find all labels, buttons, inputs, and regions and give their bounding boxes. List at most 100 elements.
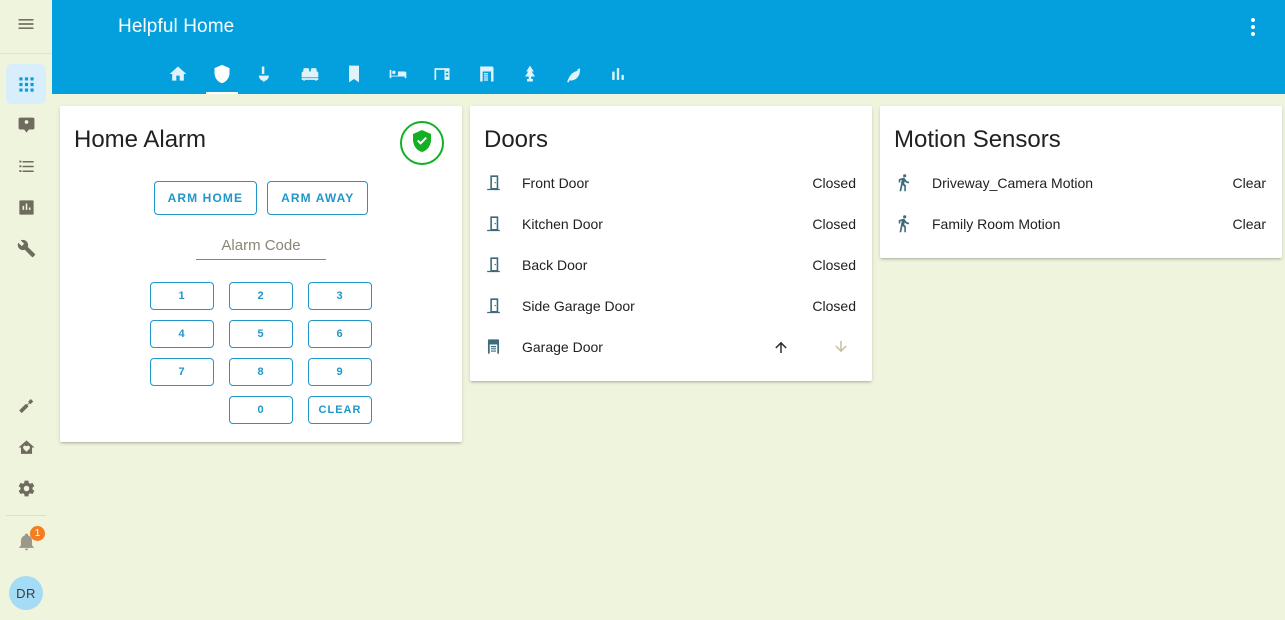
arrow-down-icon[interactable] bbox=[830, 336, 852, 358]
tab-office[interactable] bbox=[420, 54, 464, 94]
sidebar-item-hammer[interactable] bbox=[6, 386, 46, 426]
sidebar-item-settings[interactable] bbox=[6, 468, 46, 508]
table-row[interactable]: Kitchen Door Closed bbox=[484, 203, 856, 244]
tab-bedroom[interactable] bbox=[376, 54, 420, 94]
tab-energy[interactable] bbox=[552, 54, 596, 94]
view-dashboard-icon bbox=[17, 75, 36, 94]
leaf-icon bbox=[564, 64, 584, 84]
locker-icon bbox=[344, 64, 364, 84]
entity-state[interactable]: Closed bbox=[812, 257, 856, 273]
tab-garage[interactable] bbox=[464, 54, 508, 94]
entity-name: Front Door bbox=[522, 174, 589, 191]
table-row[interactable]: Driveway_Camera Motion Clear bbox=[894, 162, 1266, 203]
tab-living-room[interactable] bbox=[288, 54, 332, 94]
garage-door-controls bbox=[770, 336, 856, 358]
sidebar-item-home[interactable] bbox=[6, 427, 46, 467]
alarm-card-title: Home Alarm bbox=[74, 126, 207, 153]
doors-card: Doors Front Door Closed Kitchen Door Clo… bbox=[470, 106, 872, 381]
notifications-button[interactable]: 1 bbox=[6, 524, 46, 564]
doors-rows: Front Door Closed Kitchen Door Closed Ba… bbox=[470, 162, 872, 381]
keypad-1[interactable]: 1 bbox=[150, 282, 214, 310]
arm-away-button[interactable]: ARM AWAY bbox=[267, 181, 369, 215]
table-row[interactable]: Front Door Closed bbox=[484, 162, 856, 203]
entity-name: Side Garage Door bbox=[522, 297, 635, 314]
keypad-2[interactable]: 2 bbox=[229, 282, 293, 310]
table-row[interactable]: Family Room Motion Clear bbox=[894, 203, 1266, 244]
arm-buttons: ARM HOME ARM AWAY bbox=[60, 181, 462, 215]
main-area: Helpful Home Home Alarm ARM HOME ARM AWA… bbox=[52, 0, 1285, 620]
format-list-bulleted-icon bbox=[17, 157, 36, 176]
dots-vertical-icon[interactable] bbox=[1235, 9, 1271, 45]
mortar-pestle-icon bbox=[256, 64, 276, 84]
table-row[interactable]: Garage Door bbox=[484, 326, 856, 367]
sidebar-item-history[interactable] bbox=[6, 187, 46, 227]
avatar[interactable]: DR bbox=[9, 576, 43, 610]
keypad-clear[interactable]: CLEAR bbox=[308, 396, 372, 424]
dashboard-content: Home Alarm ARM HOME ARM AWAY Alarm Code … bbox=[52, 94, 1285, 620]
table-row[interactable]: Side Garage Door Closed bbox=[484, 285, 856, 326]
entity-state[interactable]: Clear bbox=[1233, 175, 1266, 191]
entity-state[interactable]: Closed bbox=[812, 298, 856, 314]
desk-icon bbox=[432, 64, 452, 84]
sidebar-bottom: 1 DR bbox=[6, 386, 46, 620]
arrow-up-icon[interactable] bbox=[770, 336, 792, 358]
tab-laundry[interactable] bbox=[332, 54, 376, 94]
alarm-status-badge[interactable] bbox=[400, 121, 444, 165]
tab-outdoors[interactable] bbox=[508, 54, 552, 94]
sofa-icon bbox=[300, 64, 320, 84]
app-toolbar: Helpful Home bbox=[52, 0, 1285, 54]
tab-home[interactable] bbox=[156, 54, 200, 94]
keypad-8[interactable]: 8 bbox=[229, 358, 293, 386]
alarm-code-wrapper bbox=[60, 237, 462, 260]
keypad-7[interactable]: 7 bbox=[150, 358, 214, 386]
home-alarm-card: Home Alarm ARM HOME ARM AWAY Alarm Code … bbox=[60, 106, 462, 442]
entity-name: Driveway_Camera Motion bbox=[932, 174, 1094, 191]
tab-statistics[interactable] bbox=[596, 54, 640, 94]
keypad-4[interactable]: 4 bbox=[150, 320, 214, 348]
sidebar-item-logbook[interactable] bbox=[6, 146, 46, 186]
keypad-5[interactable]: 5 bbox=[229, 320, 293, 348]
chart-box-icon bbox=[17, 198, 36, 217]
keypad-0[interactable]: 0 bbox=[229, 396, 293, 424]
sidebar-item-developer-tools[interactable] bbox=[6, 228, 46, 268]
chart-bar-icon bbox=[608, 64, 628, 84]
cog-icon bbox=[17, 479, 36, 498]
walk-icon bbox=[894, 214, 932, 233]
entity-state[interactable]: Clear bbox=[1233, 216, 1266, 232]
sidebar-item-map[interactable] bbox=[6, 105, 46, 145]
doors-card-title: Doors bbox=[484, 126, 549, 153]
bed-icon bbox=[388, 64, 408, 84]
walk-icon bbox=[894, 173, 932, 192]
door-closed-icon bbox=[484, 214, 522, 233]
app-root: 1 DR Helpful Home Home Alarm ARM HOME AR… bbox=[0, 0, 1285, 620]
door-closed-icon bbox=[484, 296, 522, 315]
tab-kitchen[interactable] bbox=[244, 54, 288, 94]
garage-icon bbox=[484, 337, 522, 356]
tab-security[interactable] bbox=[200, 54, 244, 94]
sidebar-nav bbox=[6, 54, 46, 269]
home-icon bbox=[168, 64, 188, 84]
entity-state[interactable]: Closed bbox=[812, 216, 856, 232]
motion-card-title: Motion Sensors bbox=[894, 126, 1061, 153]
garage-icon bbox=[476, 64, 496, 84]
hammer-icon bbox=[17, 397, 36, 416]
entity-state[interactable]: Closed bbox=[812, 175, 856, 191]
sidebar-item-overview[interactable] bbox=[6, 64, 46, 104]
door-closed-icon bbox=[484, 173, 522, 192]
sidebar-menu-toggle[interactable] bbox=[0, 0, 52, 54]
entity-name: Family Room Motion bbox=[932, 215, 1061, 232]
tab-bar bbox=[52, 54, 1285, 94]
door-closed-icon bbox=[484, 255, 522, 274]
pine-tree-icon bbox=[520, 64, 540, 84]
hamburger-menu-icon bbox=[16, 14, 36, 39]
shield-icon bbox=[212, 64, 232, 84]
keypad-6[interactable]: 6 bbox=[308, 320, 372, 348]
page-title: Helpful Home bbox=[118, 16, 235, 37]
keypad-3[interactable]: 3 bbox=[308, 282, 372, 310]
keypad-9[interactable]: 9 bbox=[308, 358, 372, 386]
arm-home-button[interactable]: ARM HOME bbox=[153, 181, 258, 215]
sidebar: 1 DR bbox=[0, 0, 52, 620]
alarm-card-header: Home Alarm bbox=[60, 106, 462, 165]
table-row[interactable]: Back Door Closed bbox=[484, 244, 856, 285]
alarm-code-input[interactable] bbox=[196, 237, 326, 260]
